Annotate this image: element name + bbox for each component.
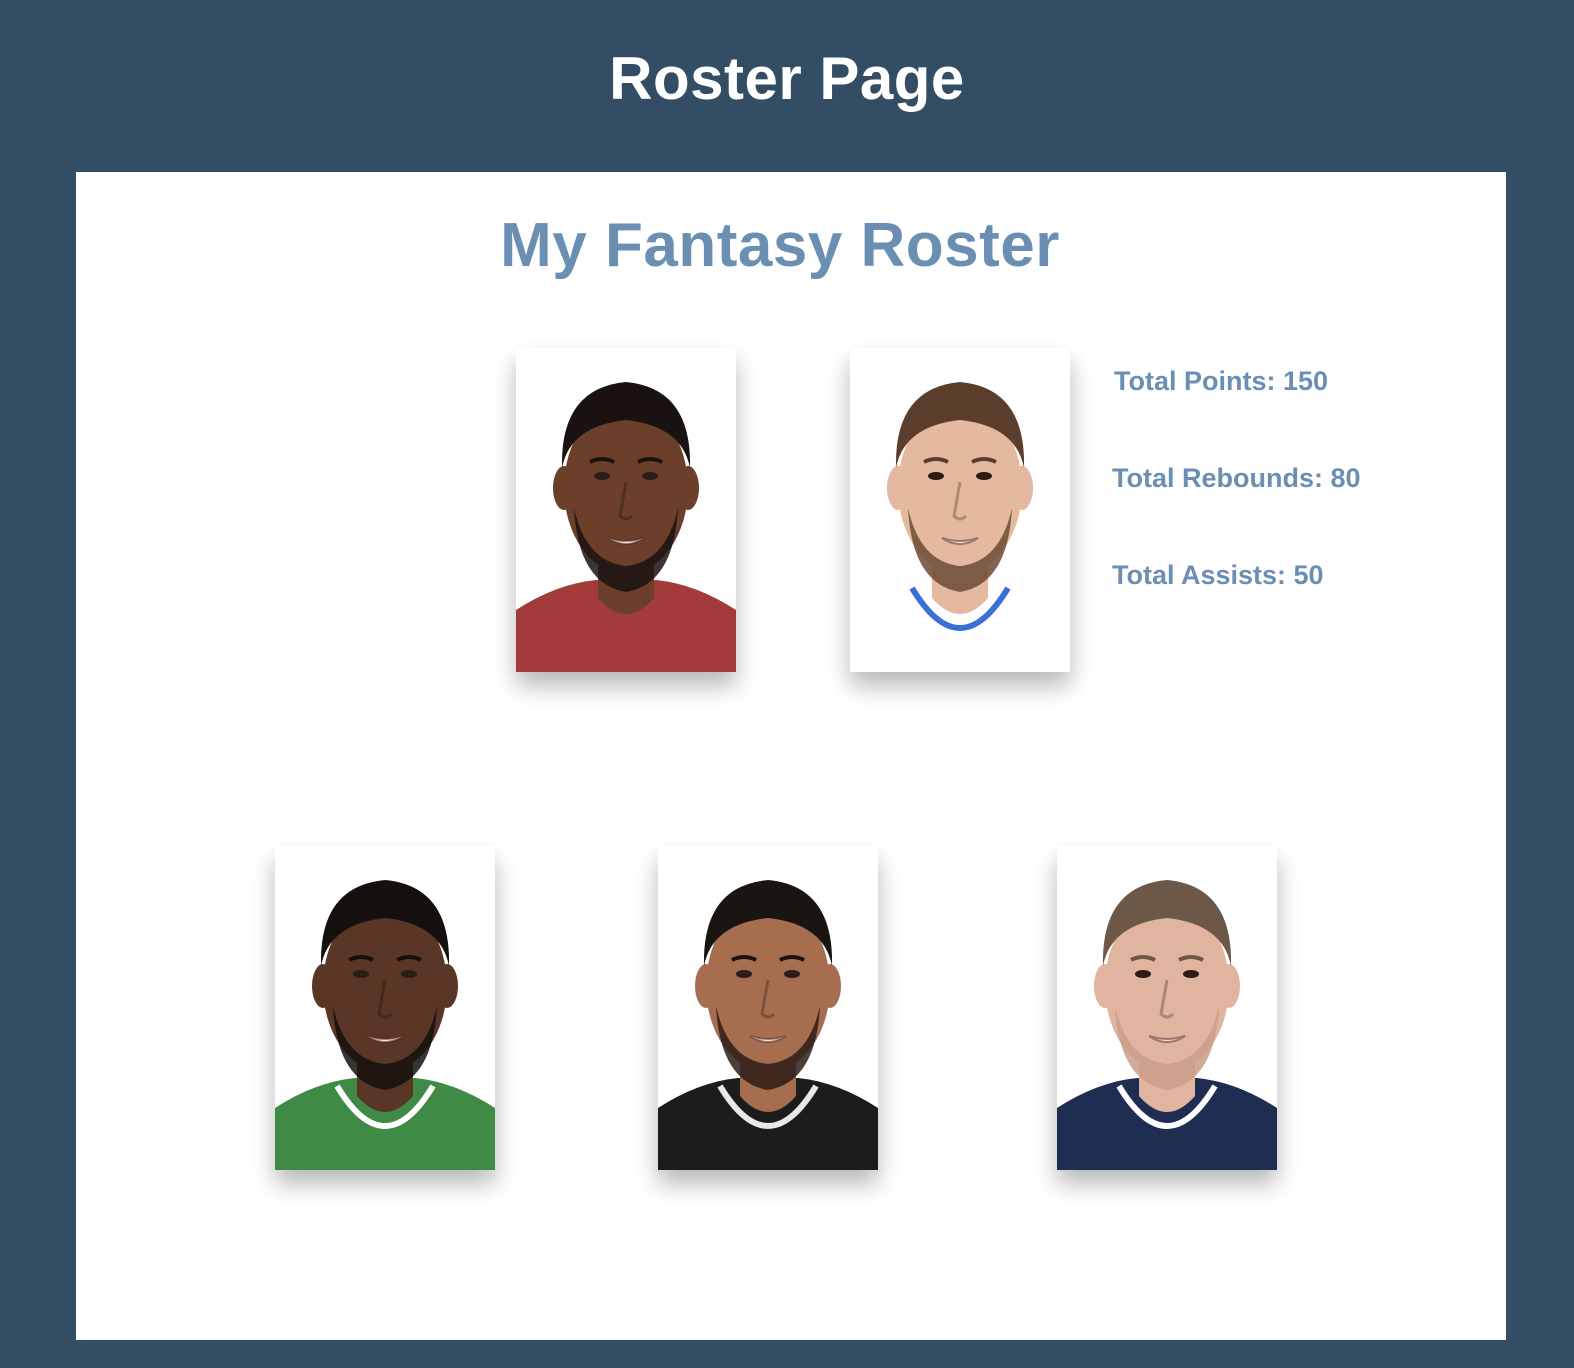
roster-title: My Fantasy Roster (500, 211, 1060, 280)
player-card-5[interactable] (1057, 846, 1277, 1170)
player-photo-3 (275, 846, 495, 1170)
right-eye (784, 970, 800, 978)
right-eye (401, 970, 417, 978)
left-eye (594, 472, 610, 480)
total-assists: Total Assists: 50 (1112, 560, 1324, 590)
right-eye (642, 472, 658, 480)
right-eye (976, 472, 992, 480)
player-card-4[interactable] (658, 846, 878, 1170)
player-card-1[interactable] (516, 348, 736, 672)
left-eye (353, 970, 369, 978)
total-points: Total Points: 150 (1114, 366, 1329, 396)
right-eye (1183, 970, 1199, 978)
player-photo-5 (1057, 846, 1277, 1170)
page-header: Roster Page (0, 0, 1574, 172)
total-rebounds: Total Rebounds: 80 (1112, 463, 1361, 493)
page-title: Roster Page (609, 44, 965, 112)
player-card-2[interactable] (850, 348, 1070, 672)
left-eye (928, 472, 944, 480)
player-photo-4 (658, 846, 878, 1170)
left-eye (1135, 970, 1151, 978)
player-card-3[interactable] (275, 846, 495, 1170)
left-eye (736, 970, 752, 978)
player-photo-1 (516, 348, 736, 672)
player-photo-2 (850, 348, 1070, 672)
